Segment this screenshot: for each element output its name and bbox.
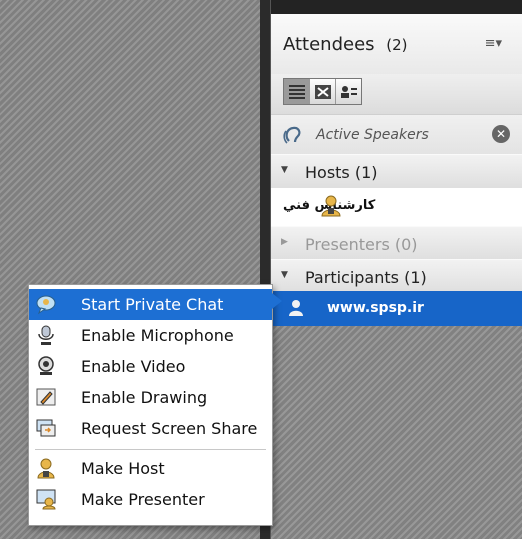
menu-item-label: Make Presenter bbox=[81, 490, 205, 509]
breakout-view-button[interactable] bbox=[310, 79, 336, 104]
section-hosts[interactable]: ▼ Hosts (1) bbox=[271, 154, 522, 190]
menu-item-request-screen-share[interactable]: Request Screen Share bbox=[29, 413, 272, 444]
presenter-icon bbox=[36, 489, 56, 510]
speaker-ear-icon bbox=[283, 126, 301, 144]
expanded-arrow-icon: ▼ bbox=[281, 270, 288, 280]
pod-header: Attendees (2) ≡▾ bbox=[271, 14, 522, 74]
attendees-pod: Attendees (2) ≡▾ Active Speakers ✕ ▼ Hos… bbox=[270, 0, 522, 539]
context-menu: Start Private Chat Enable Microphone Ena… bbox=[28, 284, 282, 526]
chat-icon bbox=[36, 295, 56, 315]
active-speakers-label: Active Speakers bbox=[316, 127, 429, 143]
section-participants[interactable]: ▼ Participants (1) bbox=[271, 259, 522, 295]
list-view-icon bbox=[288, 84, 305, 99]
menu-item-label: Enable Microphone bbox=[81, 326, 234, 345]
menu-item-enable-video[interactable]: Enable Video bbox=[29, 351, 272, 382]
section-presenters-label: Presenters (0) bbox=[305, 235, 418, 254]
menu-item-label: Enable Video bbox=[81, 357, 186, 376]
participant-icon bbox=[289, 300, 303, 316]
pod-top-bar bbox=[271, 0, 522, 14]
microphone-icon bbox=[38, 325, 54, 345]
menu-item-make-host[interactable]: Make Host bbox=[29, 453, 272, 484]
menu-item-enable-microphone[interactable]: Enable Microphone bbox=[29, 320, 272, 351]
section-hosts-label: Hosts (1) bbox=[305, 163, 378, 182]
view-toolbar bbox=[271, 74, 522, 114]
section-participants-label: Participants (1) bbox=[305, 268, 427, 287]
screen-share-icon bbox=[36, 419, 56, 437]
host-icon bbox=[37, 458, 55, 479]
section-presenters[interactable]: ▶ Presenters (0) bbox=[271, 226, 522, 262]
pod-title: Attendees (2) bbox=[283, 34, 408, 55]
host-icon bbox=[321, 195, 341, 217]
menu-pointer bbox=[272, 293, 282, 309]
attendee-count: (2) bbox=[386, 36, 408, 54]
close-icon[interactable]: ✕ bbox=[492, 125, 510, 143]
participant-name: www.spsp.ir bbox=[327, 300, 424, 316]
breakout-icon bbox=[314, 84, 331, 99]
menu-item-start-private-chat[interactable]: Start Private Chat bbox=[29, 289, 272, 320]
pod-title-text: Attendees bbox=[283, 34, 375, 55]
active-speakers-bar: Active Speakers ✕ bbox=[271, 114, 522, 156]
list-view-button[interactable] bbox=[284, 79, 310, 104]
expanded-arrow-icon: ▼ bbox=[281, 165, 288, 175]
pod-options-menu-icon[interactable]: ≡▾ bbox=[485, 36, 502, 51]
menu-item-label: Start Private Chat bbox=[81, 295, 224, 314]
menu-item-label: Request Screen Share bbox=[81, 419, 258, 438]
menu-item-enable-drawing[interactable]: Enable Drawing bbox=[29, 382, 272, 413]
host-row[interactable]: كارشناس فني bbox=[271, 188, 522, 227]
webcam-icon bbox=[38, 356, 54, 375]
view-button-group bbox=[283, 78, 362, 105]
status-view-button[interactable] bbox=[336, 79, 361, 104]
menu-item-make-presenter[interactable]: Make Presenter bbox=[29, 484, 272, 515]
menu-item-label: Enable Drawing bbox=[81, 388, 208, 407]
menu-separator bbox=[35, 449, 266, 450]
collapsed-arrow-icon: ▶ bbox=[281, 237, 288, 247]
menu-item-label: Make Host bbox=[81, 459, 165, 478]
participant-row[interactable]: www.spsp.ir bbox=[271, 291, 522, 326]
pencil-icon bbox=[36, 388, 56, 406]
status-view-icon bbox=[340, 85, 357, 98]
